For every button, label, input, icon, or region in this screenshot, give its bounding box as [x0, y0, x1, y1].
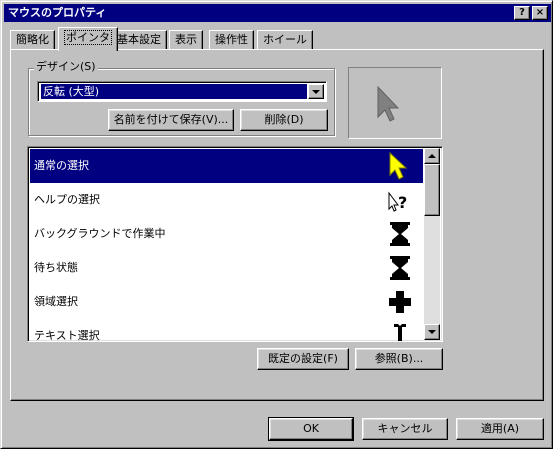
tab-wheel[interactable]: ホイール	[257, 30, 313, 49]
help-select-cursor-icon: ?	[388, 191, 407, 212]
list-item[interactable]: ヘルプの選択 ?	[30, 183, 423, 217]
cancel-button[interactable]: キャンセル	[362, 418, 448, 440]
list-item-label: 領域選択	[34, 295, 78, 308]
list-item-label: 通常の選択	[34, 159, 89, 172]
precision-select-cursor-icon	[389, 291, 411, 313]
chevron-down-icon	[312, 90, 320, 94]
list-item[interactable]: 通常の選択	[30, 149, 423, 183]
list-item[interactable]: 待ち状態	[30, 251, 423, 285]
mouse-properties-window: マウスのプロパティ ? × 簡略化 ポインタ 基本設定 表示 操作性 ホイール …	[0, 0, 553, 449]
scheme-groupbox-label: デザイン(S)	[34, 60, 98, 74]
tab-label: 表示	[175, 33, 197, 46]
text-select-cursor-icon	[394, 324, 406, 341]
tab-display[interactable]: 表示	[169, 30, 203, 49]
tab-basic-settings[interactable]: 基本設定	[111, 30, 167, 49]
list-item-label: バックグラウンドで作業中	[34, 227, 166, 240]
arrow-cursor-icon	[377, 85, 400, 122]
apply-button[interactable]: 適用(A)	[456, 418, 544, 440]
use-default-button[interactable]: 既定の設定(F)	[257, 348, 349, 370]
scroll-up-button[interactable]	[424, 148, 440, 164]
list-scrollbar[interactable]	[424, 148, 440, 340]
list-item-label: ヘルプの選択	[34, 193, 100, 206]
close-button[interactable]: ×	[532, 6, 548, 20]
cursor-list[interactable]: 通常の選択 ヘルプの選択 ? バックグラウンドで作業中 待ち状態 領域選択 テキ…	[27, 146, 443, 342]
scroll-down-button[interactable]	[424, 324, 440, 340]
scheme-selected-value: 反転 (大型)	[41, 84, 307, 99]
tab-pointers[interactable]: ポインタ	[58, 27, 118, 51]
scrollbar-thumb[interactable]	[424, 164, 440, 216]
window-title: マウスのプロパティ	[8, 6, 107, 19]
title-bar[interactable]: マウスのプロパティ ? ×	[4, 4, 551, 22]
normal-select-cursor-icon	[389, 151, 408, 180]
tab-simplify[interactable]: 簡略化	[10, 30, 55, 49]
tab-label: ホイール	[263, 33, 307, 46]
chevron-up-icon	[428, 154, 436, 158]
scheme-dropdown[interactable]: 反転 (大型)	[37, 81, 327, 102]
list-item[interactable]: バックグラウンドで作業中	[30, 217, 423, 251]
tab-usability[interactable]: 操作性	[209, 30, 254, 49]
list-item-label: テキスト選択	[34, 329, 100, 342]
help-button[interactable]: ?	[514, 6, 530, 20]
working-in-background-cursor-icon	[390, 222, 410, 246]
tab-label: 操作性	[215, 33, 248, 46]
dropdown-arrow-button[interactable]	[308, 84, 324, 99]
busy-hourglass-cursor-icon	[390, 256, 410, 280]
delete-button[interactable]: 削除(D)	[240, 109, 328, 131]
list-item-label: 待ち状態	[34, 261, 78, 274]
list-item[interactable]: 領域選択	[30, 285, 423, 319]
chevron-down-icon	[428, 330, 436, 334]
save-as-button[interactable]: 名前を付けて保存(V)...	[108, 109, 234, 131]
tab-label: 簡略化	[16, 33, 49, 46]
cursor-preview	[348, 67, 442, 139]
tab-label: 基本設定	[117, 33, 161, 46]
list-item[interactable]: テキスト選択	[30, 319, 423, 342]
browse-button[interactable]: 参照(B)...	[355, 348, 443, 370]
tab-label: ポインタ	[64, 30, 112, 45]
ok-button[interactable]: OK	[268, 417, 354, 441]
svg-text:?: ?	[398, 193, 407, 212]
